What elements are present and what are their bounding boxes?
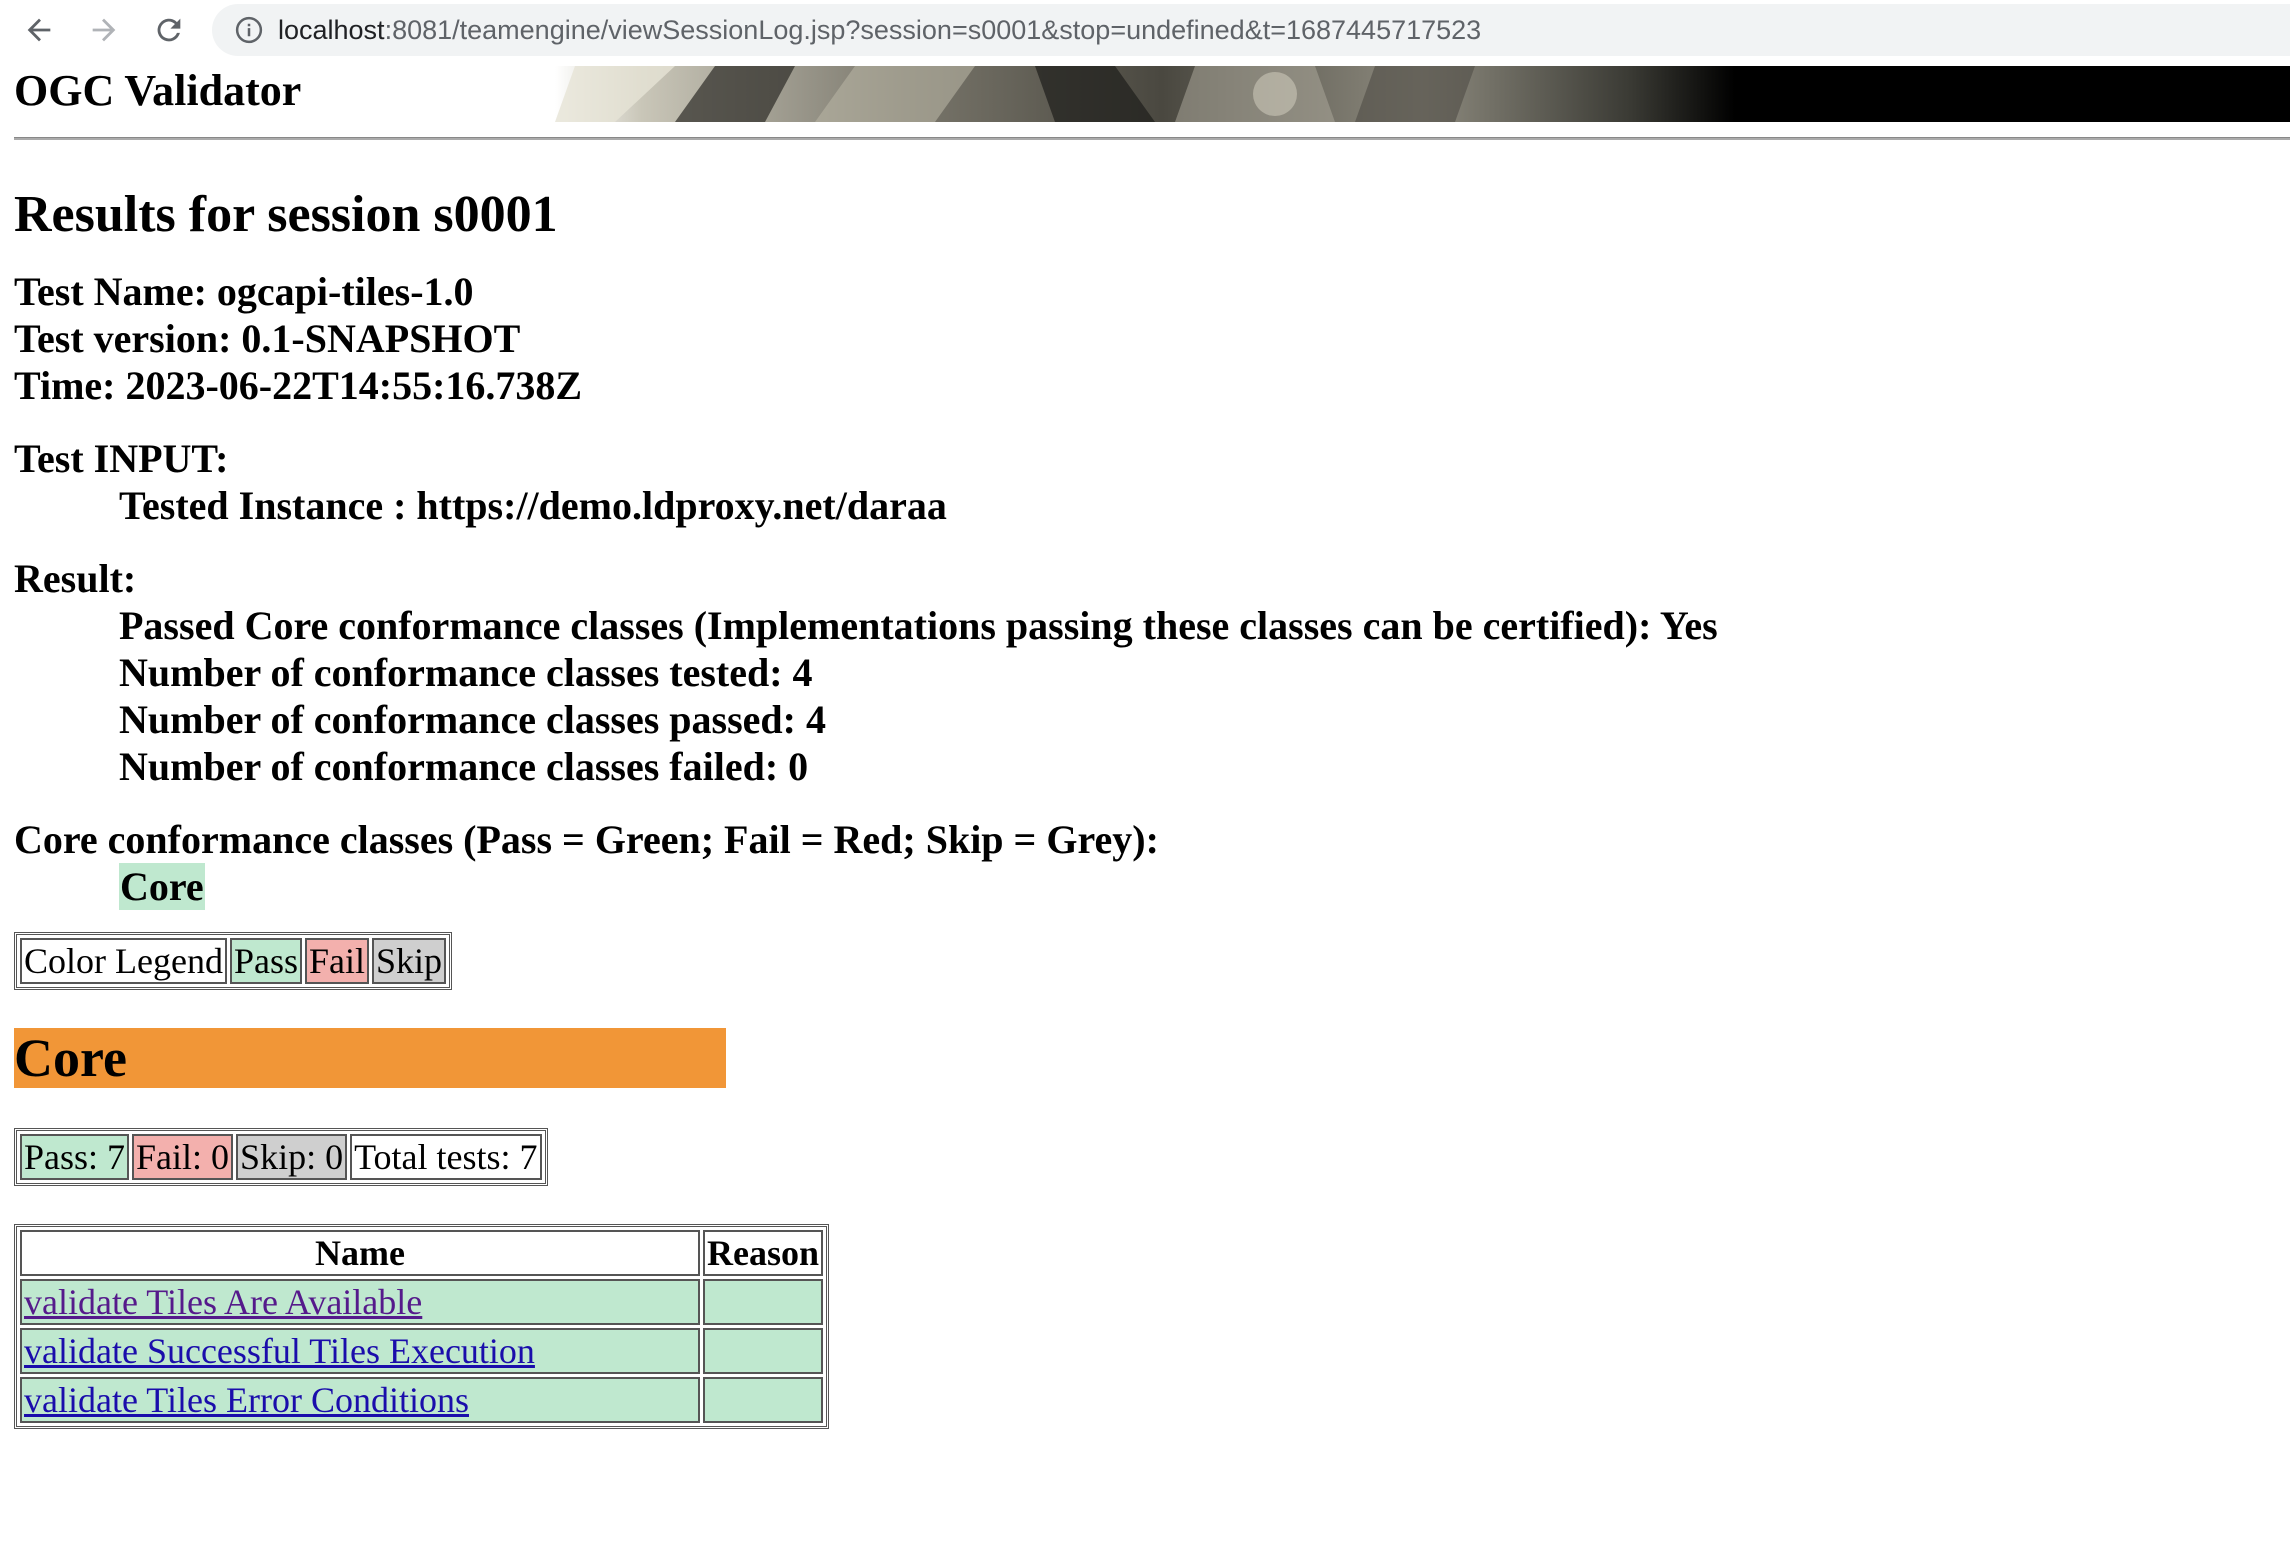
url-host: localhost	[278, 14, 385, 45]
color-legend: Color Legend Pass Fail Skip	[14, 932, 453, 990]
page-title: Results for session s0001	[14, 186, 558, 243]
browser-toolbar: localhost:8081/teamengine/viewSessionLog…	[0, 0, 2290, 60]
info-icon[interactable]	[234, 15, 264, 45]
reason-cell	[703, 1328, 824, 1374]
table-row: validate Tiles Are Available	[20, 1279, 824, 1325]
summary-total: Total tests: 7	[350, 1134, 542, 1180]
test-name-cell: validate Tiles Error Conditions	[20, 1377, 700, 1423]
core-section-heading: Core	[14, 1028, 726, 1088]
test-link[interactable]: validate Successful Tiles Execution	[24, 1331, 535, 1371]
summary-skip: Skip: 0	[236, 1134, 348, 1180]
core-results-table: Name Reason validate Tiles Are Available…	[14, 1224, 830, 1429]
arrow-right-icon	[92, 18, 116, 42]
reason-cell	[703, 1279, 824, 1325]
core-summary: Pass: 7 Fail: 0 Skip: 0 Total tests: 7	[14, 1128, 548, 1186]
header-divider	[14, 137, 2290, 140]
forward-button[interactable]	[80, 6, 128, 54]
address-bar[interactable]: localhost:8081/teamengine/viewSessionLog…	[212, 4, 2290, 56]
reload-button[interactable]	[145, 6, 193, 54]
legend-title: Color Legend	[20, 938, 227, 984]
passed-core-classes: Passed Core conformance classes (Impleme…	[119, 603, 1718, 648]
site-header: OGC Validator	[0, 63, 2290, 122]
summary-pass: Pass: 7	[20, 1134, 130, 1180]
site-title: OGC Validator	[14, 66, 302, 115]
core-class-badge: Core	[119, 863, 205, 910]
back-button[interactable]	[15, 6, 63, 54]
test-name: Test Name: ogcapi-tiles-1.0	[14, 269, 474, 314]
main-content: Results for session s0001 Test Name: ogc…	[14, 180, 2290, 1429]
classes-failed: Number of conformance classes failed: 0	[119, 744, 809, 789]
table-row: validate Tiles Error Conditions	[20, 1377, 824, 1423]
classes-passed: Number of conformance classes passed: 4	[119, 697, 826, 742]
arrow-left-icon	[27, 18, 51, 42]
test-name-cell: validate Tiles Are Available	[20, 1279, 700, 1325]
test-input-label: Test INPUT:	[14, 436, 229, 481]
core-classes-label: Core conformance classes (Pass = Green; …	[14, 817, 1159, 862]
table-row: validate Successful Tiles Execution	[20, 1328, 824, 1374]
classes-tested: Number of conformance classes tested: 4	[119, 650, 813, 695]
legend-fail: Fail	[304, 938, 369, 984]
summary-fail: Fail: 0	[132, 1134, 234, 1180]
url-path: :8081/teamengine/viewSessionLog.jsp?sess…	[384, 14, 1482, 45]
column-header-name: Name	[20, 1230, 700, 1276]
table-header-row: Name Reason	[20, 1230, 824, 1276]
test-link[interactable]: validate Tiles Are Available	[24, 1282, 422, 1322]
header-banner-image	[555, 66, 2290, 122]
tested-instance: Tested Instance : https://demo.ldproxy.n…	[119, 483, 947, 528]
reload-icon	[157, 18, 181, 42]
test-name-cell: validate Successful Tiles Execution	[20, 1328, 700, 1374]
test-time: Time: 2023-06-22T14:55:16.738Z	[14, 363, 583, 408]
legend-skip: Skip	[372, 938, 447, 984]
reason-cell	[703, 1377, 824, 1423]
column-header-reason: Reason	[703, 1230, 824, 1276]
legend-pass: Pass	[229, 938, 302, 984]
result-label: Result:	[14, 556, 137, 601]
test-link[interactable]: validate Tiles Error Conditions	[24, 1380, 469, 1420]
test-version: Test version: 0.1-SNAPSHOT	[14, 316, 521, 361]
core-classes-list: Core	[14, 863, 2290, 910]
